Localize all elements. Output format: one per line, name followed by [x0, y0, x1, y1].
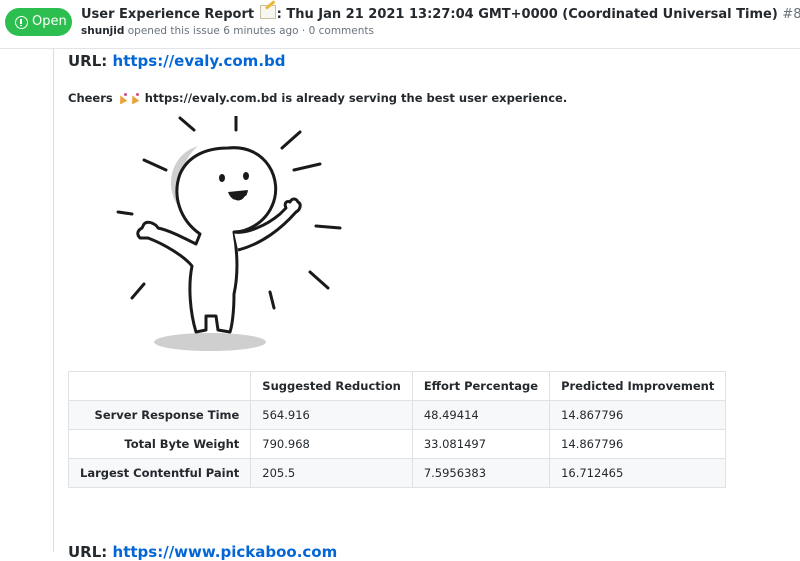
- issue-state-label: Open: [32, 14, 67, 29]
- table-header-cell: Predicted Improvement: [549, 371, 727, 401]
- issue-opened-icon: [15, 15, 28, 29]
- issue-author-link[interactable]: shunjid: [81, 25, 124, 37]
- metric-name: Largest Contentful Paint: [67, 458, 252, 488]
- issue-meta-text: opened this issue 6 minutes ago · 0 comm…: [127, 25, 374, 37]
- issue-title-suffix: : Thu Jan 21 2021 13:27:04 GMT+0000 (Coo…: [276, 7, 778, 22]
- url-heading: URL: https://evaly.com.bd: [68, 52, 286, 70]
- table-row: Total Byte Weight 790.968 33.081497 14.8…: [67, 429, 727, 459]
- cheers-message: Cheers https://evaly.com.bd is already s…: [68, 91, 567, 105]
- metric-name: Total Byte Weight: [67, 429, 252, 459]
- metric-name: Server Response Time: [67, 400, 252, 430]
- table-header-cell: [67, 371, 252, 401]
- effort-percentage: 33.081497: [411, 429, 551, 459]
- suggested-reduction: 564.916: [250, 400, 413, 430]
- party-popper-icon: [117, 93, 129, 103]
- table-header-cell: Effort Percentage: [411, 371, 551, 401]
- url-label: URL:: [68, 52, 108, 70]
- table-row: Largest Contentful Paint 205.5 7.5956383…: [67, 458, 727, 488]
- predicted-improvement: 14.867796: [549, 400, 727, 430]
- effort-percentage: 7.5956383: [411, 458, 551, 488]
- next-url-label: URL:: [68, 543, 108, 561]
- issue-title-prefix: User Experience Report: [81, 7, 255, 22]
- party-popper-icon: [129, 93, 141, 103]
- suggested-reduction: 205.5: [250, 458, 413, 488]
- table-header-row: Suggested Reduction Effort Percentage Pr…: [67, 371, 727, 401]
- cheers-word: Cheers: [68, 91, 113, 105]
- issue-header: Open User Experience Report : Thu Jan 21…: [0, 0, 800, 49]
- effort-percentage: 48.49414: [411, 400, 551, 430]
- issue-state-badge: Open: [5, 8, 72, 36]
- site-url-link[interactable]: https://evaly.com.bd: [113, 52, 286, 70]
- table-header-cell: Suggested Reduction: [250, 371, 413, 401]
- issue-meta: shunjid opened this issue 6 minutes ago …: [81, 25, 374, 37]
- next-url-heading: URL: https://www.pickaboo.com: [68, 543, 337, 561]
- table-row: Server Response Time 564.916 48.49414 14…: [67, 400, 727, 430]
- cheers-text: https://evaly.com.bd is already serving …: [144, 91, 568, 105]
- next-site-url-link[interactable]: https://www.pickaboo.com: [113, 543, 338, 561]
- predicted-improvement: 16.712465: [549, 458, 727, 488]
- issue-title: User Experience Report : Thu Jan 21 2021…: [81, 5, 800, 22]
- suggested-reduction: 790.968: [250, 429, 413, 459]
- metrics-table: Suggested Reduction Effort Percentage Pr…: [67, 371, 727, 488]
- memo-icon: [259, 5, 276, 19]
- issue-body: URL: https://evaly.com.bd Cheers https:/…: [53, 48, 800, 561]
- predicted-improvement: 14.867796: [549, 429, 727, 459]
- cheering-character-illustration: [116, 116, 342, 351]
- issue-number: #8: [782, 7, 800, 22]
